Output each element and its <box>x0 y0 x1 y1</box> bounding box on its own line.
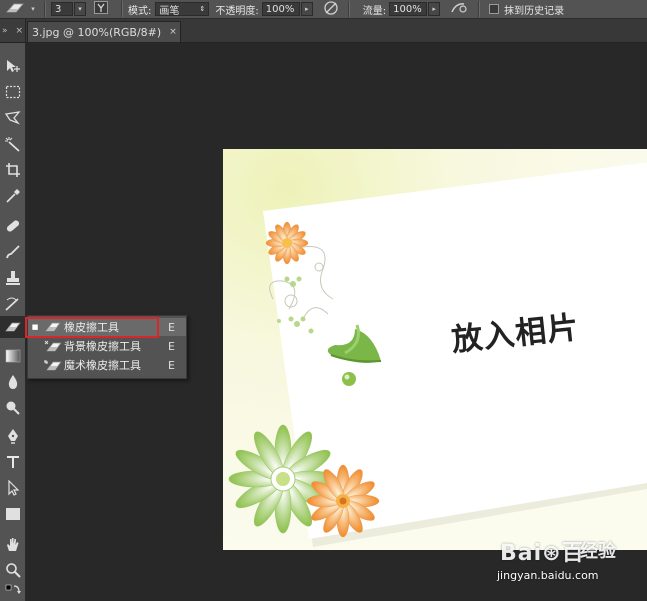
erase-history-checkbox[interactable] <box>489 4 500 14</box>
menu-item-shortcut: E <box>168 358 175 372</box>
healing-brush-tool[interactable] <box>0 215 26 237</box>
pressure-opacity-icon[interactable] <box>323 0 339 18</box>
marquee-icon <box>5 85 21 99</box>
eyedropper-icon <box>6 189 20 203</box>
eraser-icon <box>42 321 64 333</box>
collapse-icon[interactable]: » <box>2 26 8 36</box>
eyedropper-tool[interactable] <box>0 185 26 207</box>
lasso-tool[interactable] <box>0 107 26 129</box>
hand-icon <box>7 538 19 551</box>
menu-item-background-eraser[interactable]: 背景橡皮擦工具 E <box>28 337 186 355</box>
dodge-tool[interactable] <box>0 397 26 419</box>
menu-item-label: 魔术橡皮擦工具 <box>64 359 141 372</box>
opacity-label: 不透明度: <box>215 5 259 17</box>
type-icon <box>7 456 19 468</box>
pen-icon <box>8 429 18 444</box>
hand-tool[interactable] <box>0 533 26 555</box>
stamp-icon <box>6 271 20 285</box>
clone-stamp-tool[interactable] <box>0 267 26 289</box>
brush-panel-icon[interactable] <box>94 1 108 17</box>
opacity-field[interactable]: 100% <box>261 2 300 16</box>
eraser-preset-icon[interactable] <box>4 1 26 18</box>
opacity-dropdown[interactable]: ▸ <box>300 2 313 16</box>
menu-item-magic-eraser[interactable]: 魔术橡皮擦工具 E <box>28 356 186 374</box>
tool-preset-dropdown[interactable]: ▾ <box>27 2 39 16</box>
document-canvas[interactable]: 放入相片 <box>223 149 647 550</box>
magic-wand-tool[interactable] <box>0 133 26 155</box>
background-eraser-icon <box>42 340 64 353</box>
menu-item-label: 背景橡皮擦工具 <box>64 340 141 353</box>
history-brush-tool[interactable] <box>0 293 26 315</box>
eraser-icon <box>5 322 21 332</box>
magic-wand-icon <box>5 137 20 152</box>
blur-tool[interactable] <box>0 371 26 393</box>
toolbox-header: » × <box>0 19 26 42</box>
menu-item-shortcut: E <box>168 339 175 353</box>
zoom-icon <box>6 563 21 578</box>
watermark-url: jingyan.baidu.com <box>497 569 599 582</box>
brush-picker-dropdown[interactable]: ▾ <box>74 2 86 16</box>
panel-close-icon[interactable]: × <box>15 26 23 36</box>
menu-item-label: 橡皮擦工具 <box>64 321 119 334</box>
path-select-icon <box>8 480 20 496</box>
dodge-icon <box>6 401 20 415</box>
menu-item-shortcut: E <box>168 320 175 334</box>
document-tab[interactable]: 3.jpg @ 100%(RGB/8#) × <box>27 21 181 42</box>
history-brush-icon <box>5 297 19 311</box>
swap-colors-icon <box>5 584 21 594</box>
airbrush-icon[interactable] <box>450 1 468 18</box>
bandage-icon <box>6 220 20 232</box>
toolbox <box>0 43 26 601</box>
gradient-icon <box>5 349 21 363</box>
canvas-artwork <box>223 149 647 550</box>
path-selection-tool[interactable] <box>0 477 26 499</box>
mode-label: 模式: <box>128 5 152 17</box>
gradient-tool[interactable] <box>0 345 26 367</box>
crop-tool[interactable] <box>0 159 26 181</box>
marquee-tool[interactable] <box>0 81 26 103</box>
type-tool[interactable] <box>0 451 26 473</box>
zoom-tool[interactable] <box>0 559 26 581</box>
document-tab-bar: » × 3.jpg @ 100%(RGB/8#) × <box>0 19 647 43</box>
lasso-icon <box>4 111 21 125</box>
brush-tool[interactable] <box>0 241 26 263</box>
close-tab-icon[interactable]: × <box>169 27 177 37</box>
menu-item-eraser[interactable]: ■ 橡皮擦工具 E <box>28 318 186 336</box>
pen-tool[interactable] <box>0 425 26 447</box>
move-icon <box>7 60 20 72</box>
water-drop-icon <box>8 375 18 389</box>
swap-colors-control[interactable] <box>0 581 26 599</box>
flow-dropdown[interactable]: ▸ <box>428 2 441 16</box>
mode-value: 画笔 <box>159 5 180 17</box>
eraser-tool-flyout: ■ 橡皮擦工具 E 背景橡皮擦工具 E 魔术橡皮擦工具 E <box>25 315 187 379</box>
mode-updown-icon: ⇕ <box>199 5 206 13</box>
mode-select[interactable]: 画笔 ⇕ <box>155 2 210 17</box>
brush-size-field[interactable]: 3 <box>51 2 73 16</box>
flow-field[interactable]: 100% <box>389 2 428 16</box>
selected-bullet-icon: ■ <box>31 323 39 331</box>
document-tab-title: 3.jpg @ 100%(RGB/8#) <box>32 25 162 39</box>
move-tool[interactable] <box>0 55 26 77</box>
brush-icon <box>6 245 20 259</box>
crop-icon <box>6 163 20 177</box>
rectangle-tool[interactable] <box>0 503 26 525</box>
eraser-tool[interactable] <box>0 316 26 338</box>
options-bar: ▾ 3 ▾ 模式: 画笔 ⇕ 不透明度: 100% ▸ 流量: 100% ▸ 抹… <box>0 0 647 19</box>
rectangle-icon <box>6 508 20 520</box>
magic-eraser-icon <box>42 359 64 372</box>
erase-history-label: 抹到历史记录 <box>504 5 565 17</box>
flow-label: 流量: <box>362 5 387 17</box>
